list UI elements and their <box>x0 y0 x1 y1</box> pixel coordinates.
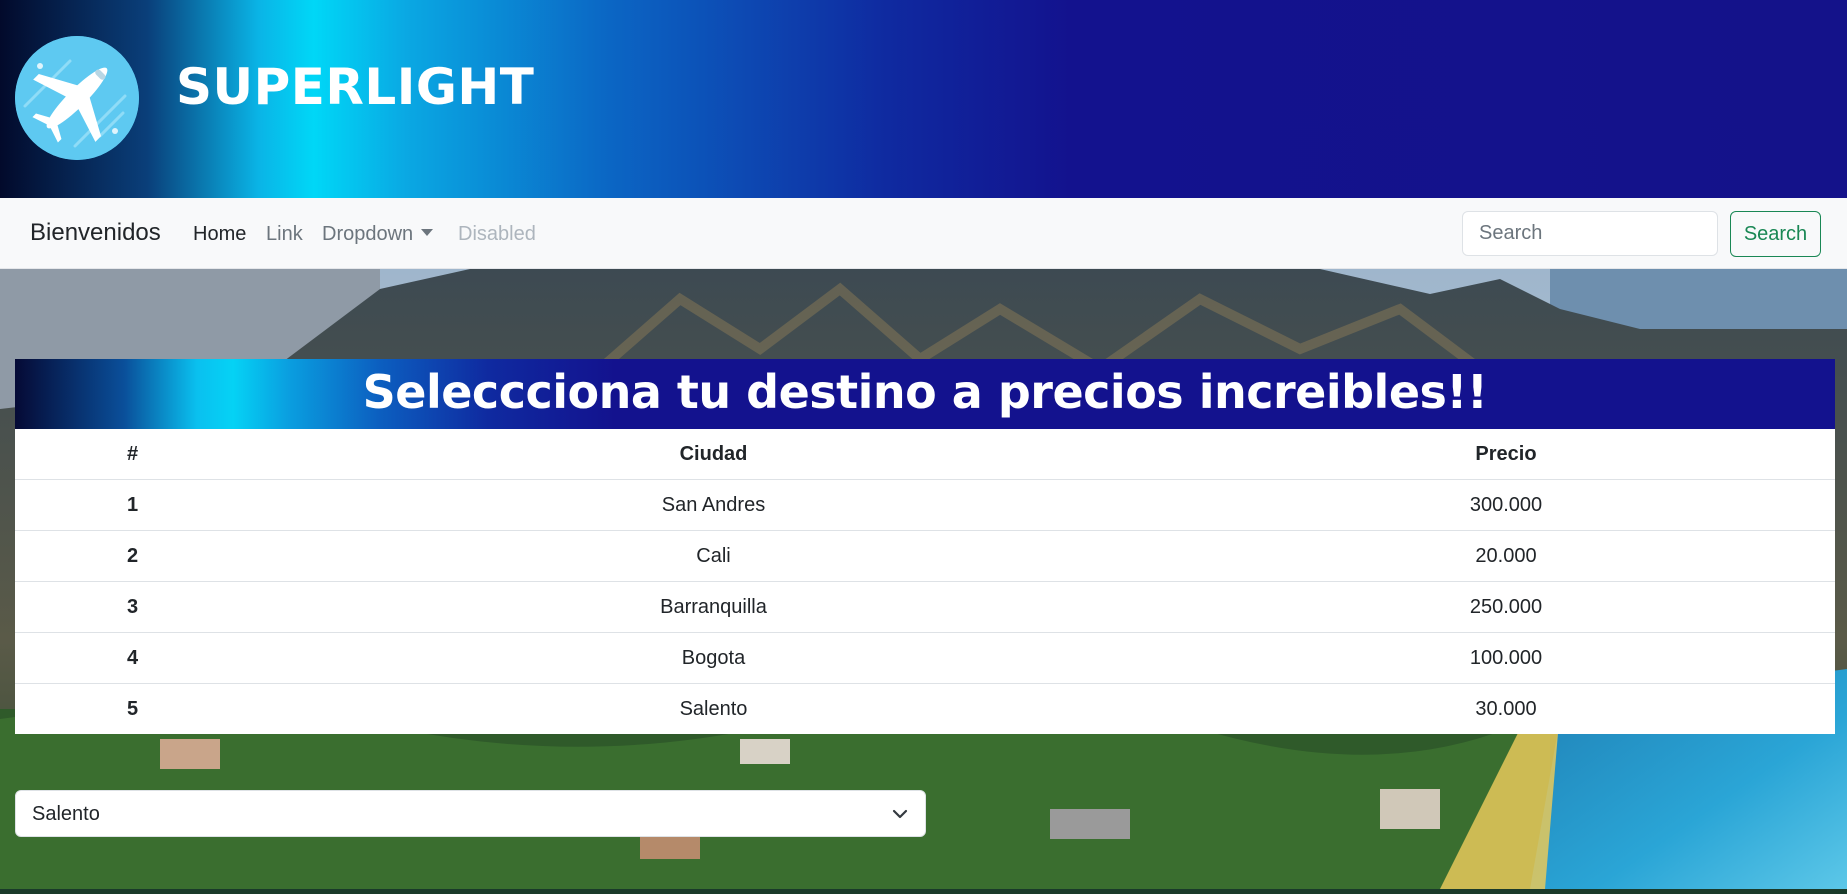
site-title: SUPERLIGHT <box>176 58 535 116</box>
row-price: 100.000 <box>1177 632 1835 684</box>
search-input[interactable] <box>1462 211 1718 256</box>
nav-dropdown-toggle[interactable]: Dropdown <box>322 223 434 246</box>
section-title: Seleccciona tu destino a precios increib… <box>362 365 1488 419</box>
row-number: 4 <box>15 632 250 684</box>
row-city: Barranquilla <box>250 581 1177 633</box>
chevron-down-icon <box>891 805 909 828</box>
search-button[interactable]: Search <box>1730 211 1821 257</box>
row-number: 2 <box>15 530 250 582</box>
table-row: 5 Salento 30.000 <box>15 684 1835 735</box>
navbar-brand[interactable]: Bienvenidos <box>30 219 161 247</box>
navbar: Bienvenidos Home Link Dropdown Disabled … <box>0 198 1847 269</box>
nav-link-home[interactable]: Home <box>193 223 246 246</box>
caret-down-icon <box>421 229 434 236</box>
header-banner: SUPERLIGHT <box>0 0 1847 198</box>
row-price: 250.000 <box>1177 581 1835 633</box>
table-row: 3 Barranquilla 250.000 <box>15 581 1835 633</box>
city-select[interactable]: Salento <box>15 790 926 837</box>
column-header-city: Ciudad <box>250 429 1177 480</box>
row-city: Salento <box>679 697 748 720</box>
row-city: Cali <box>250 530 1177 582</box>
table-header-row: # Ciudad Precio <box>15 429 1835 480</box>
column-header-number: # <box>15 429 250 480</box>
airplane-icon <box>15 36 139 160</box>
table-row: 4 Bogota 100.000 <box>15 632 1835 684</box>
nav-link-disabled: Disabled <box>458 223 536 245</box>
row-price: 30.000 <box>1475 697 1537 720</box>
section-title-bar: Seleccciona tu destino a precios increib… <box>15 359 1835 429</box>
row-number: 5 <box>126 697 139 720</box>
table-row: 2 Cali 20.000 <box>15 530 1835 582</box>
nav-link-link[interactable]: Link <box>266 223 303 246</box>
table-row: 1 San Andres 300.000 <box>15 479 1835 531</box>
column-header-price: Precio <box>1177 429 1835 480</box>
city-select-value: Salento <box>32 803 100 825</box>
row-city: San Andres <box>250 479 1177 531</box>
row-number: 3 <box>15 581 250 633</box>
row-city: Bogota <box>250 632 1177 684</box>
row-price: 20.000 <box>1177 530 1835 582</box>
row-price: 300.000 <box>1177 479 1835 531</box>
row-number: 1 <box>15 479 250 531</box>
destinations-table: # Ciudad Precio 1 San Andres 300.000 2 C… <box>15 429 1835 734</box>
nav-dropdown-label: Dropdown <box>322 223 414 245</box>
